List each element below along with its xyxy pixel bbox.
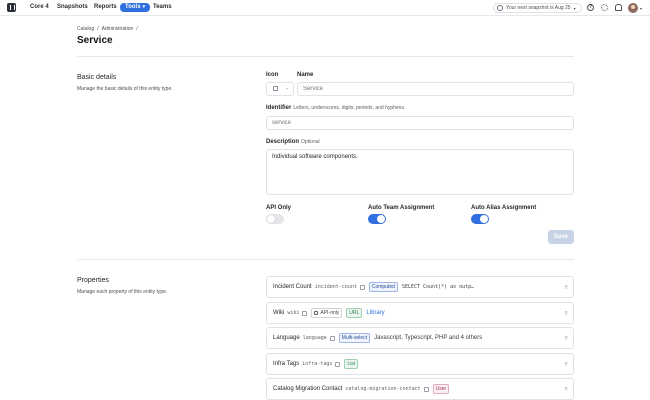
toggle-knob (480, 215, 488, 223)
identifier-label: Identifier Letters, underscores, digits, … (266, 105, 405, 111)
auto-team-label: Auto Team Assignment (368, 205, 435, 211)
property-name: Wiki (273, 310, 285, 316)
api-only-label: API Only (266, 205, 292, 211)
snapshot-text: Your next snapshot is Aug 25 (506, 5, 571, 11)
property-tag: User (432, 384, 450, 394)
drag-handle-icon[interactable]: ⠿ (564, 311, 568, 317)
description-textarea[interactable]: Individual software components. (266, 149, 574, 195)
property-tag: Multi-select (338, 333, 371, 343)
help-icon[interactable]: ? (587, 4, 594, 11)
property-tag-text: API-only (320, 310, 340, 316)
basic-details-desc: Manage the basic details of this entity … (77, 86, 173, 92)
properties-title: Properties (77, 277, 109, 284)
property-value: SELECT Count(*) as outp… (401, 284, 475, 290)
property-tag-text: User (435, 386, 447, 392)
copy-icon[interactable] (359, 284, 365, 290)
property-id: infra-tags (302, 361, 333, 367)
description-label-text: Description (266, 139, 300, 145)
property-tag-text: URL (349, 310, 360, 316)
toggle-knob (377, 215, 385, 223)
property-row[interactable]: Infra Tags infra-tags List ⠿ (266, 353, 574, 375)
divider (77, 56, 574, 57)
property-tag: API-only (311, 308, 343, 318)
toggle-knob (267, 215, 275, 223)
property-tag: Computed (368, 282, 398, 292)
drag-handle-icon[interactable]: ⠿ (564, 362, 568, 368)
property-row[interactable]: Wiki wiki API-only URL Library ⠿ (266, 302, 574, 324)
property-name: Incident Count (273, 284, 312, 290)
property-value[interactable]: Library (366, 310, 384, 316)
breadcrumb-separator: / (136, 26, 138, 32)
save-button[interactable]: Save (548, 230, 574, 244)
bell-icon[interactable] (615, 4, 622, 11)
property-tag: URL (346, 308, 363, 318)
grid-icon (273, 86, 278, 91)
property-row[interactable]: Incident Count incident-count Computed SELE… (266, 276, 574, 298)
snapshot-indicator[interactable]: Your next snapshot is Aug 25 ▾ (493, 3, 582, 13)
auto-team-toggle[interactable] (368, 214, 386, 224)
property-tag: List (344, 359, 359, 369)
breadcrumb-catalog[interactable]: Catalog (77, 26, 94, 32)
copy-icon[interactable] (335, 361, 341, 367)
gear-icon[interactable] (601, 4, 608, 11)
identifier-label-text: Identifier (266, 105, 292, 111)
basic-details-title: Basic details (77, 74, 117, 81)
identifier-hint: Letters, underscores, digits, periods, a… (293, 105, 406, 111)
identifier-input[interactable] (266, 116, 574, 130)
name-input[interactable] (297, 82, 574, 96)
drag-handle-icon[interactable]: ⠿ (564, 387, 568, 393)
breadcrumb-administration[interactable]: Administration (102, 26, 134, 32)
copy-icon[interactable] (329, 335, 335, 341)
drag-handle-icon[interactable]: ⠿ (564, 336, 568, 342)
property-id: language (302, 335, 327, 341)
name-label: Name (297, 72, 314, 78)
auto-alias-toggle[interactable] (471, 214, 489, 224)
icon-select[interactable]: ⌄ (266, 82, 294, 96)
property-value: Javascript, Typescript, PHP and 4 others (374, 335, 483, 341)
nav-snapshots[interactable]: Snapshots (57, 4, 88, 10)
icon-label: Icon (266, 72, 279, 78)
property-tag-text: Multi-select (341, 335, 368, 341)
property-name: Catalog Migration Contact (273, 386, 343, 392)
app-logo-icon[interactable] (7, 3, 16, 12)
nav-core4[interactable]: Core 4 (30, 4, 49, 10)
copy-icon[interactable] (302, 310, 308, 316)
chevron-down-icon[interactable]: ▾ (640, 6, 642, 11)
divider (77, 259, 574, 260)
property-id: catalog-migration-contact (345, 386, 421, 392)
auto-alias-label: Auto Alias Assignment (471, 205, 537, 211)
drag-handle-icon[interactable]: ⠿ (564, 285, 568, 291)
breadcrumb: Catalog / Administration / (77, 26, 138, 32)
copy-icon[interactable] (423, 386, 429, 392)
nav-reports[interactable]: Reports (94, 4, 117, 10)
property-id: wiki (287, 310, 300, 316)
property-tag-text: Computed (371, 284, 395, 290)
nav-teams[interactable]: Teams (153, 4, 172, 10)
top-nav: Core 4 Snapshots Reports Tools ▾ Teams Yo… (0, 0, 650, 16)
chevron-down-icon: ▾ (573, 5, 576, 11)
property-tag-text: List (347, 361, 356, 367)
description-hint: Optional (301, 139, 320, 145)
property-row[interactable]: Language language Multi-select Javascript, … (266, 327, 574, 349)
avatar[interactable] (628, 3, 638, 13)
property-name: Infra Tags (273, 361, 300, 367)
chevron-down-icon: ⌄ (285, 85, 290, 91)
breadcrumb-separator: / (97, 26, 99, 32)
nav-tools[interactable]: Tools ▾ (120, 3, 151, 12)
description-label: Description Optional (266, 139, 320, 145)
lock-icon (314, 311, 319, 315)
property-name: Language (273, 335, 300, 341)
nav-tools-label: Tools (125, 4, 141, 10)
page-title: Service (77, 35, 113, 46)
clock-icon (497, 5, 503, 11)
chevron-down-icon: ▾ (142, 4, 146, 10)
property-row[interactable]: Catalog Migration Contact catalog-migrati… (266, 378, 574, 400)
properties-desc: Manage each property of this entity type… (77, 289, 168, 295)
property-id: incident-count (314, 284, 357, 290)
description-value: Individual software components. (272, 154, 358, 160)
api-only-toggle[interactable] (266, 214, 284, 224)
